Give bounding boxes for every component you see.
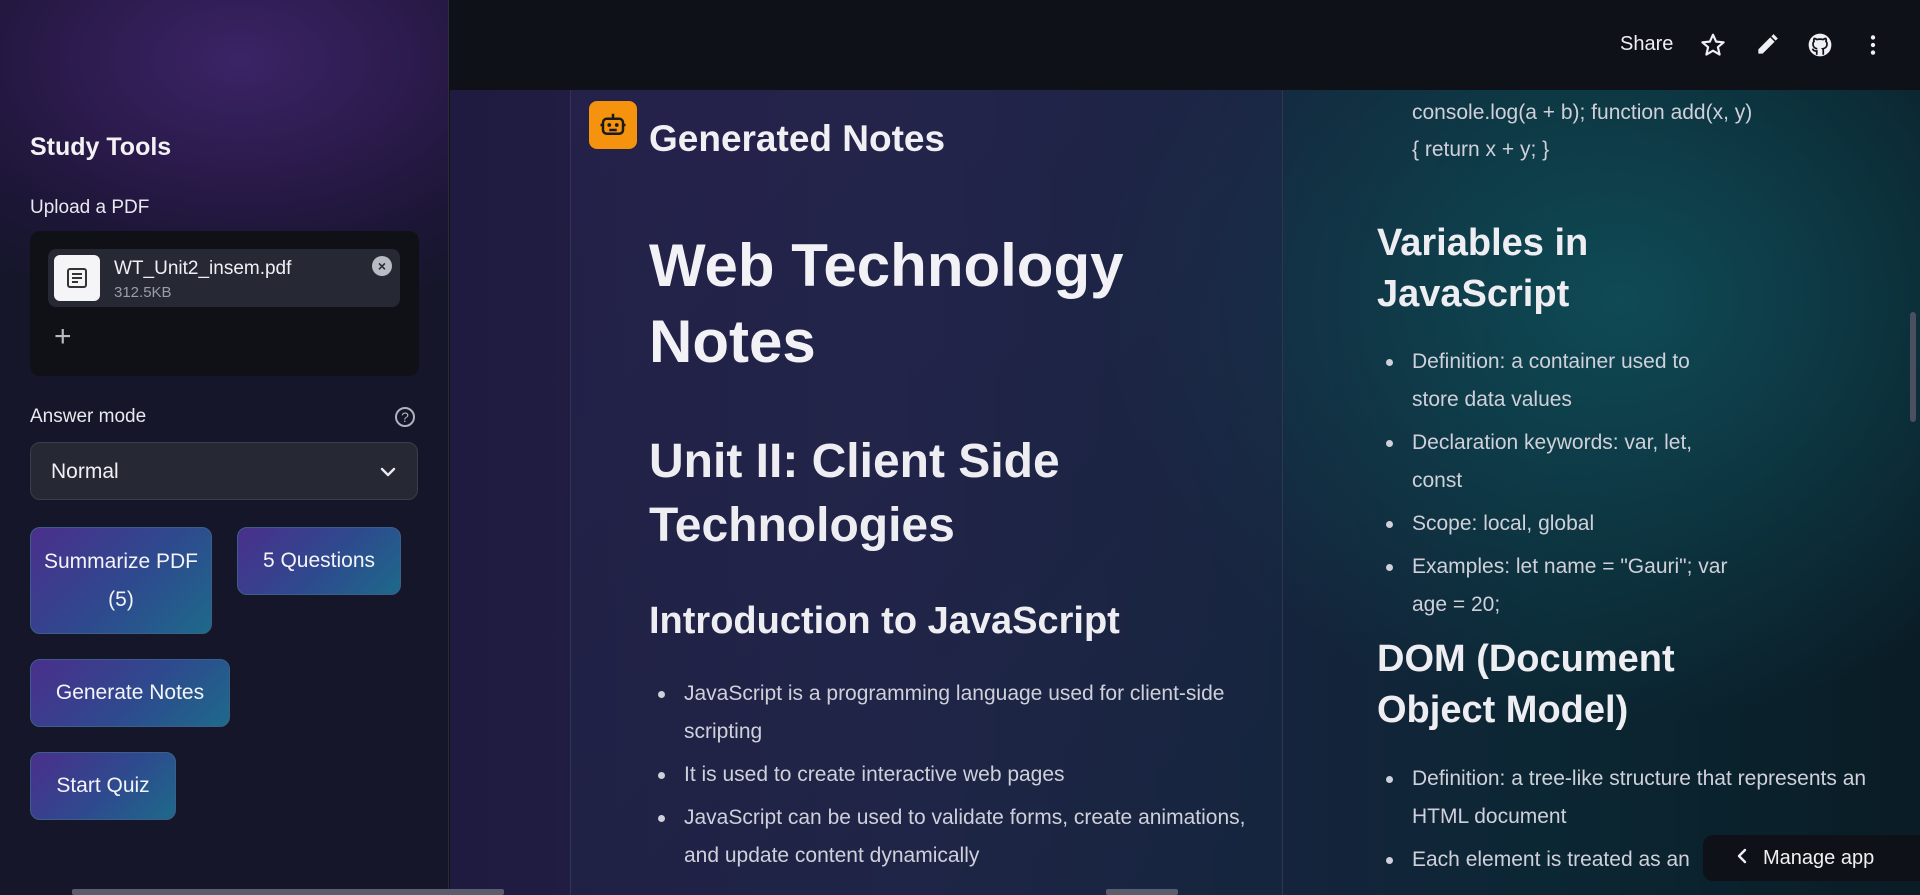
code-line: { return x + y; } <box>1412 138 1550 161</box>
list-item: Scope: local, global <box>1378 505 1738 543</box>
pencil-icon[interactable] <box>1754 32 1780 58</box>
horizontal-scrollbar-thumb[interactable] <box>1106 889 1178 895</box>
answer-mode-value: Normal <box>51 460 119 483</box>
uploaded-file-chip: WT_Unit2_insem.pdf 312.5KB × <box>48 249 400 307</box>
chevron-down-icon <box>379 463 397 486</box>
answer-mode-select[interactable]: Normal <box>30 442 418 500</box>
star-icon[interactable] <box>1700 32 1726 58</box>
notes-heading-h1: Web Technology Notes <box>649 232 1124 375</box>
list-item: Examples: let name = "Gauri"; var age = … <box>1378 548 1738 624</box>
vertical-scrollbar[interactable] <box>1910 312 1916 422</box>
list-item: JavaScript can be used to validate forms… <box>650 799 1250 875</box>
file-name: WT_Unit2_insem.pdf <box>114 258 292 279</box>
list-item: Definition: a tree-like structure that r… <box>1378 760 1888 836</box>
top-header: Share <box>450 0 1920 91</box>
list-item: It is used to create interactive web pag… <box>650 756 1250 794</box>
notes-heading-unit: Unit II: Client Side Technologies <box>649 435 1060 552</box>
github-icon[interactable] <box>1807 32 1833 58</box>
manage-app-label: Manage app <box>1763 846 1875 869</box>
file-size: 312.5KB <box>114 284 172 301</box>
horizontal-scrollbar[interactable] <box>72 889 504 895</box>
generate-notes-button[interactable]: Generate Notes <box>30 659 230 727</box>
robot-icon <box>589 101 637 149</box>
more-vertical-icon[interactable] <box>1860 32 1886 58</box>
chevron-left-icon <box>1735 847 1749 870</box>
remove-file-icon[interactable]: × <box>372 256 392 276</box>
sidebar: Study Tools Upload a PDF WT_Unit2_insem.… <box>0 0 449 895</box>
list-item: Declaration keywords: var, let, const <box>1378 424 1738 500</box>
intro-bullet-list: JavaScript is a programming language use… <box>650 675 1250 880</box>
start-quiz-button[interactable]: Start Quiz <box>30 752 176 820</box>
variables-bullet-list: Definition: a container used to store da… <box>1378 343 1738 629</box>
list-item: Definition: a container used to store da… <box>1378 343 1738 419</box>
summarize-pdf-button[interactable]: Summarize PDF (5) <box>30 527 212 634</box>
document-icon <box>54 255 100 301</box>
generated-notes-title: Generated Notes <box>649 118 946 159</box>
sidebar-title: Study Tools <box>30 133 172 161</box>
help-icon[interactable]: ? <box>395 407 415 427</box>
code-line: console.log(a + b); function add(x, y) <box>1412 101 1753 124</box>
manage-app-button[interactable]: Manage app <box>1703 835 1920 881</box>
upload-label: Upload a PDF <box>30 197 150 218</box>
answer-mode-label: Answer mode <box>30 406 147 427</box>
variables-heading: Variables in JavaScript <box>1377 222 1589 315</box>
file-uploader[interactable]: WT_Unit2_insem.pdf 312.5KB × + <box>30 231 419 376</box>
dom-heading: DOM (Document Object Model) <box>1377 638 1675 731</box>
main-content[interactable]: Generated Notes Web Technology Notes Uni… <box>450 90 1920 895</box>
share-button[interactable]: Share <box>1620 33 1673 56</box>
five-questions-button[interactable]: 5 Questions <box>237 527 401 595</box>
add-file-icon[interactable]: + <box>54 322 72 352</box>
notes-heading-intro: Introduction to JavaScript <box>649 600 1120 642</box>
list-item: JavaScript is a programming language use… <box>650 675 1250 751</box>
